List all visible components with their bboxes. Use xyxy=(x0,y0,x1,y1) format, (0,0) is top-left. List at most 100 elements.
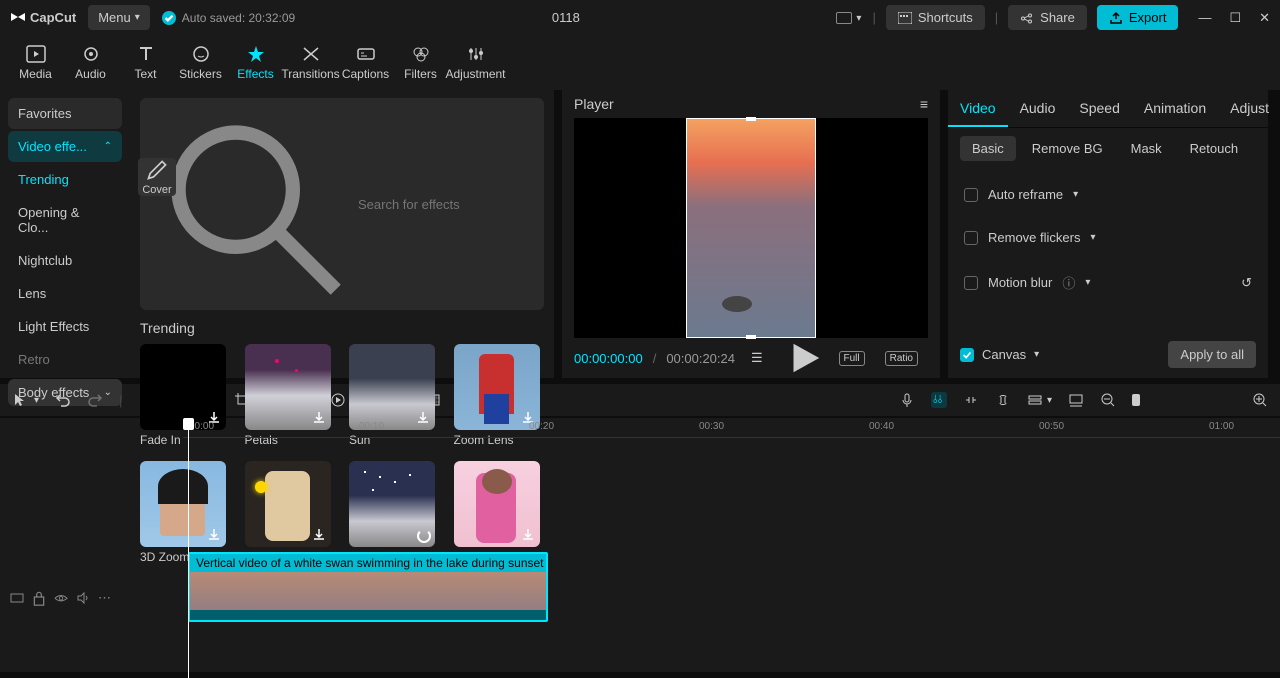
player-menu-icon[interactable]: ≡ xyxy=(920,96,928,112)
export-button[interactable]: Export xyxy=(1097,5,1179,30)
menu-button[interactable]: Menu ▾ xyxy=(88,5,150,30)
project-title: 0118 xyxy=(307,10,824,25)
chevron-up-icon: ⌃ xyxy=(104,141,112,152)
option-remove-flickers[interactable]: Remove flickers▾ xyxy=(960,216,1256,259)
tab-audio-prop[interactable]: Audio xyxy=(1008,90,1068,127)
info-icon[interactable]: ⓘ xyxy=(1062,273,1075,292)
subtab-basic[interactable]: Basic xyxy=(960,136,1016,161)
zoom-in-icon[interactable] xyxy=(1252,392,1268,408)
undo-icon[interactable] xyxy=(55,392,71,408)
ratio-button[interactable]: Ratio xyxy=(885,351,918,366)
preview-icon[interactable] xyxy=(1068,392,1084,408)
tab-adjust[interactable]: Adjust xyxy=(1218,90,1280,127)
track-icon[interactable] xyxy=(1027,392,1043,408)
preview-frame xyxy=(686,118,816,338)
cover-button[interactable]: Cover xyxy=(138,158,176,196)
preview-area[interactable] xyxy=(574,118,928,338)
search-box[interactable] xyxy=(140,98,544,310)
top-tabs: Media Audio Text Stickers Effects Transi… xyxy=(0,35,1280,90)
search-input[interactable] xyxy=(358,197,534,212)
timeline-track[interactable]: 00:00 00:10 00:20 00:30 00:40 00:50 01:0… xyxy=(183,418,1280,672)
chain-icon[interactable] xyxy=(995,392,1011,408)
collapse-icon[interactable] xyxy=(10,591,24,605)
tab-animation[interactable]: Animation xyxy=(1132,90,1218,127)
chevron-down-icon[interactable]: ▾ xyxy=(34,395,39,406)
ruler-mark: 01:00 xyxy=(1209,421,1234,432)
clip-audio-track xyxy=(190,610,546,620)
reverse-icon[interactable] xyxy=(330,392,346,408)
checkbox-icon[interactable] xyxy=(964,231,978,245)
zoom-marker-icon[interactable] xyxy=(1132,394,1140,406)
more-icon[interactable]: ⋯ xyxy=(98,590,111,606)
pointer-icon[interactable] xyxy=(12,392,28,408)
shortcuts-button[interactable]: Shortcuts xyxy=(886,5,985,30)
checkbox-icon[interactable] xyxy=(964,188,978,202)
autosave-text: Auto saved: 20:32:09 xyxy=(182,11,295,25)
zoom-out-icon[interactable] xyxy=(1100,392,1116,408)
share-label: Share xyxy=(1040,10,1075,25)
sidebar-trending[interactable]: Trending xyxy=(8,164,122,195)
lock-icon[interactable] xyxy=(32,590,46,606)
option-label: Motion blur xyxy=(988,275,1052,290)
clip-title: Vertical video of a white swan swimming … xyxy=(190,554,546,572)
eye-icon[interactable] xyxy=(54,593,68,604)
tab-filters[interactable]: Filters xyxy=(393,35,448,90)
tab-transitions[interactable]: Transitions xyxy=(283,35,338,90)
tab-media[interactable]: Media xyxy=(8,35,63,90)
mic-icon[interactable] xyxy=(899,392,915,408)
option-canvas[interactable]: Canvas▾ xyxy=(960,347,1039,362)
ruler-mark: 00:20 xyxy=(529,421,554,432)
sidebar-lens[interactable]: Lens xyxy=(8,278,122,309)
tab-adjustment[interactable]: Adjustment xyxy=(448,35,503,90)
tab-stickers[interactable]: Stickers xyxy=(173,35,228,90)
text-icon xyxy=(136,45,156,63)
tab-effects[interactable]: Effects xyxy=(228,35,283,90)
tab-label: Captions xyxy=(342,67,389,81)
magnet-icon[interactable]: ⫰⫰ xyxy=(931,392,947,408)
maximize-icon[interactable]: ☐ xyxy=(1229,10,1241,26)
subtab-retouch[interactable]: Retouch xyxy=(1178,136,1250,161)
chevron-down-icon[interactable]: ▾ xyxy=(1047,395,1052,406)
play-icon[interactable] xyxy=(781,338,829,378)
chevron-down-icon: ▾ xyxy=(1085,277,1090,288)
sidebar-opening[interactable]: Opening & Clo... xyxy=(8,197,122,243)
apply-all-button[interactable]: Apply to all xyxy=(1168,341,1256,368)
sidebar-label: Light Effects xyxy=(18,319,89,334)
redo-icon[interactable] xyxy=(87,392,103,408)
share-button[interactable]: Share xyxy=(1008,5,1087,30)
reset-icon[interactable]: ↺ xyxy=(1241,275,1252,291)
ruler[interactable]: 00:00 00:10 00:20 00:30 00:40 00:50 01:0… xyxy=(183,418,1280,438)
option-label: Canvas xyxy=(982,347,1026,362)
close-icon[interactable]: ✕ xyxy=(1259,10,1270,26)
video-clip[interactable]: Vertical video of a white swan swimming … xyxy=(188,552,548,622)
tab-video[interactable]: Video xyxy=(948,90,1008,127)
sidebar-nightclub[interactable]: Nightclub xyxy=(8,245,122,276)
sidebar-retro[interactable]: Retro xyxy=(8,344,122,375)
playhead[interactable] xyxy=(188,418,189,678)
subtab-mask[interactable]: Mask xyxy=(1119,136,1174,161)
tab-captions[interactable]: Captions xyxy=(338,35,393,90)
full-button[interactable]: Full xyxy=(839,351,865,366)
option-auto-reframe[interactable]: Auto reframe▾ xyxy=(960,173,1256,216)
tab-text[interactable]: Text xyxy=(118,35,173,90)
sidebar-video-effects[interactable]: Video effe...⌃ xyxy=(8,131,122,162)
pencil-icon xyxy=(138,158,176,182)
tab-audio[interactable]: Audio xyxy=(63,35,118,90)
sidebar-label: Opening & Clo... xyxy=(18,205,112,235)
option-motion-blur[interactable]: Motion blur ⓘ ▾ ↺ xyxy=(960,259,1256,306)
tab-speed[interactable]: Speed xyxy=(1067,90,1131,127)
window-controls: — ☐ ✕ xyxy=(1198,10,1270,26)
link-icon[interactable] xyxy=(963,392,979,408)
timeline: ⋯ Cover 00:00 00:10 00:20 00:30 00:40 00… xyxy=(0,418,1280,672)
list-icon[interactable]: ☰ xyxy=(751,350,763,366)
sidebar-favorites[interactable]: Favorites xyxy=(8,98,122,129)
property-body: Auto reframe▾ Remove flickers▾ Motion bl… xyxy=(948,169,1268,331)
layout-icon[interactable]: ▾ xyxy=(836,12,852,24)
checkbox-icon[interactable] xyxy=(964,276,978,290)
subtab-removebg[interactable]: Remove BG xyxy=(1020,136,1115,161)
minimize-icon[interactable]: — xyxy=(1198,10,1211,26)
tab-label: Audio xyxy=(75,67,106,81)
mute-icon[interactable] xyxy=(76,591,90,605)
checkbox-icon[interactable] xyxy=(960,348,974,362)
sidebar-light[interactable]: Light Effects xyxy=(8,311,122,342)
